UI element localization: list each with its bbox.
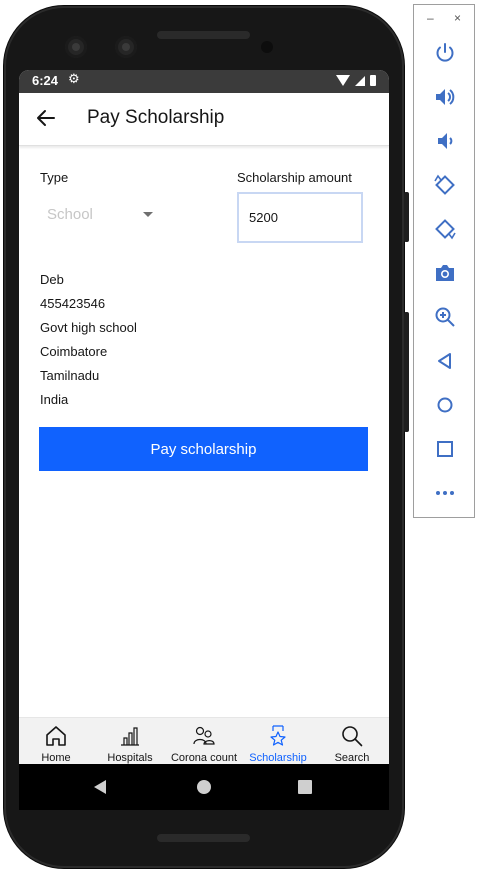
system-back-icon[interactable]	[94, 780, 106, 794]
detail-country: India	[40, 392, 69, 407]
rotate-left-icon[interactable]	[433, 173, 457, 197]
proximity-sensor	[261, 41, 273, 53]
scholarship-amount-input[interactable]	[237, 192, 363, 243]
battery-icon	[370, 75, 376, 86]
gear-icon: ⚙	[68, 71, 80, 86]
detail-name: Deb	[40, 272, 64, 287]
phone-screen: 6:24 ⚙ Pay Scholarship Type Scholarship …	[19, 70, 389, 810]
caret-down-icon	[143, 212, 153, 217]
search-icon	[342, 726, 363, 747]
cell-signal-icon	[355, 75, 365, 86]
nav-corona-count-label: Corona count	[170, 752, 238, 764]
nav-corona-count[interactable]: Corona count	[167, 718, 241, 765]
amount-label: Scholarship amount	[237, 170, 352, 185]
detail-school: Govt high school	[40, 320, 137, 335]
bottom-navigation: Home Hospitals Corona count Scholarship	[19, 717, 389, 765]
detail-id: 455423546	[40, 296, 106, 311]
wifi-icon	[336, 75, 350, 86]
more-icon[interactable]	[433, 481, 457, 505]
nav-home-label: Home	[41, 752, 71, 764]
nav-search-label: Search	[334, 752, 370, 764]
overview-icon[interactable]	[433, 437, 457, 461]
page-title: Pay Scholarship	[87, 107, 225, 128]
bottom-speaker	[157, 834, 250, 842]
rotate-right-icon[interactable]	[433, 217, 457, 241]
power-icon[interactable]	[433, 41, 457, 65]
arrow-left-icon[interactable]	[33, 105, 59, 131]
nav-hospitals-label: Hospitals	[107, 752, 153, 764]
close-button[interactable]: ×	[454, 11, 461, 25]
minimize-button[interactable]: –	[427, 11, 434, 25]
app-bar: Pay Scholarship	[19, 93, 389, 146]
system-home-icon[interactable]	[197, 780, 211, 794]
detail-state: Tamilnadu	[40, 368, 100, 383]
volume-side-button	[404, 312, 409, 432]
badge-icon	[270, 725, 286, 746]
nav-scholarship-label: Scholarship	[249, 752, 307, 764]
emulator-toolbar: – ×	[413, 4, 475, 518]
chart-bar-icon	[121, 727, 139, 746]
volume-down-icon[interactable]	[433, 129, 457, 153]
nav-search[interactable]: Search	[315, 718, 389, 765]
pay-scholarship-button[interactable]: Pay scholarship	[39, 427, 368, 471]
front-camera	[65, 36, 87, 58]
type-dropdown-value: School	[47, 206, 93, 223]
home-circle-icon[interactable]	[433, 393, 457, 417]
top-speaker	[157, 31, 250, 39]
detail-city: Coimbatore	[40, 344, 108, 359]
users-icon	[193, 726, 215, 745]
status-bar: 6:24 ⚙	[19, 70, 389, 93]
zoom-icon[interactable]	[433, 305, 457, 329]
status-time: 6:24	[32, 73, 59, 88]
system-navigation-bar	[19, 764, 389, 810]
nav-hospitals[interactable]: Hospitals	[93, 718, 167, 765]
nav-scholarship[interactable]: Scholarship	[241, 718, 315, 765]
front-sensor	[115, 36, 137, 58]
status-icons	[336, 75, 376, 86]
power-side-button	[404, 192, 409, 242]
system-overview-icon[interactable]	[298, 780, 312, 794]
home-icon	[46, 726, 66, 746]
type-dropdown[interactable]: School	[39, 194, 159, 234]
nav-home[interactable]: Home	[19, 718, 93, 765]
volume-up-icon[interactable]	[433, 85, 457, 109]
camera-icon[interactable]	[433, 261, 457, 285]
back-icon[interactable]	[433, 349, 457, 373]
type-label: Type	[40, 170, 69, 185]
